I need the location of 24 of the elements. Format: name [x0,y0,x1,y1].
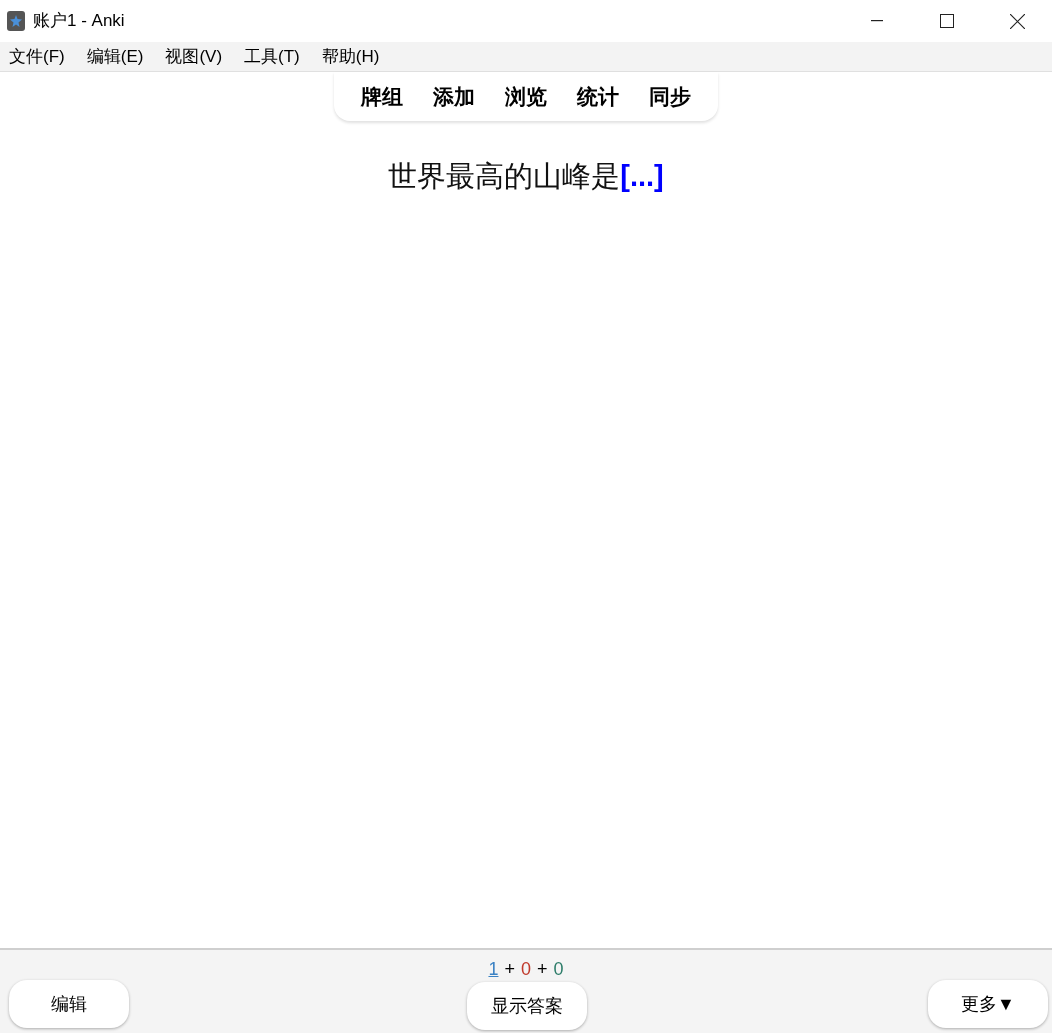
plus-sign: + [537,958,548,981]
menu-item[interactable]: 帮助(H) [314,43,387,70]
close-icon [1009,13,1025,29]
minimize-icon [871,20,883,22]
card-count: 0 [521,958,531,981]
show-answer-button[interactable]: 显示答案 [467,982,587,1030]
maximize-icon [940,14,954,28]
menu-item[interactable]: 视图(V) [158,43,230,70]
card-count: 0 [553,958,564,981]
toolbar-link[interactable]: 统计 [562,80,634,113]
card-count: 1 [488,958,499,981]
plus-sign: + [504,958,515,981]
menu-item[interactable]: 编辑(E) [79,43,151,70]
edit-button[interactable]: 编辑 [9,980,129,1028]
toolbar-link[interactable]: 浏览 [490,80,562,113]
more-button[interactable]: 更多▼ [928,980,1048,1028]
toolbar-link[interactable]: 牌组 [346,80,418,113]
toolbar-link[interactable]: 同步 [634,80,706,113]
menu-item[interactable]: 文件(F) [2,43,72,70]
app-icon [7,11,25,31]
toolbar-link[interactable]: 添加 [418,80,490,113]
menu-item[interactable]: 工具(T) [237,43,307,70]
window-title: 账户1 - Anki [33,10,125,33]
card-question: 世界最高的山峰是[...] [388,158,664,195]
